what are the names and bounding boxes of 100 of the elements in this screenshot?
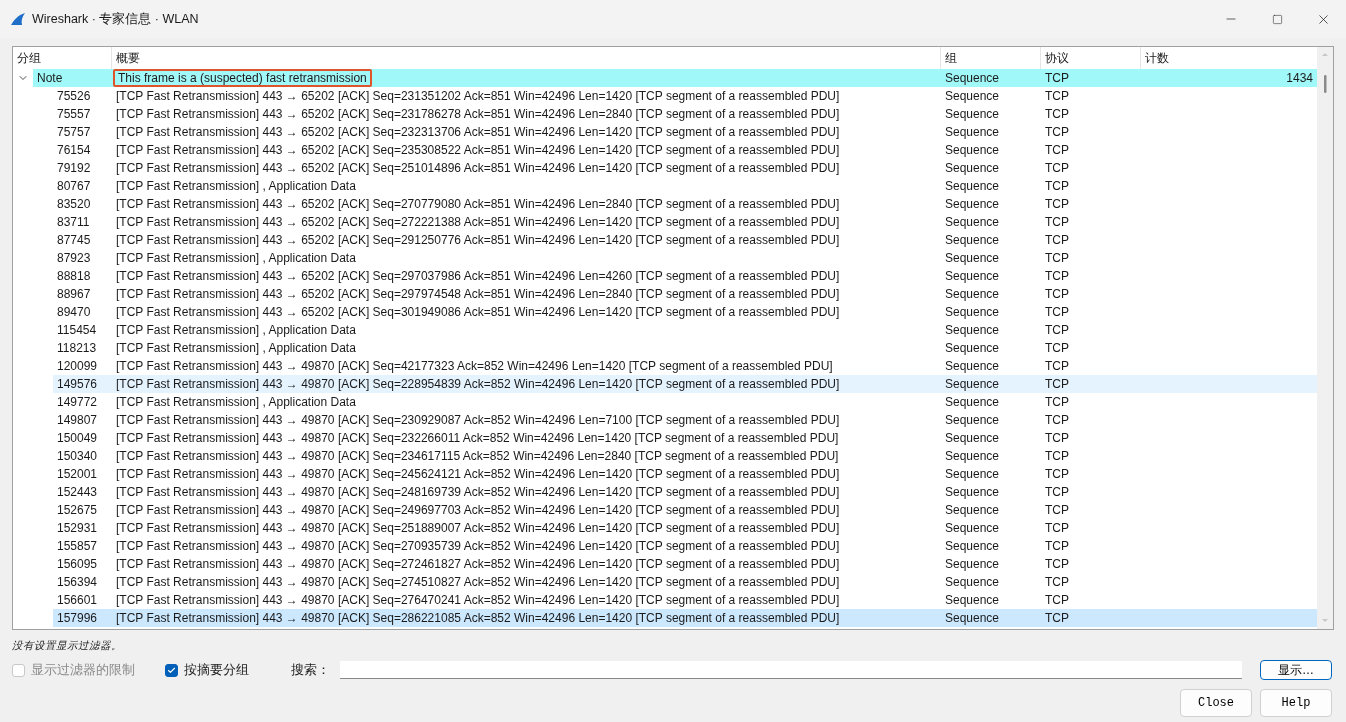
table-cell-text: 155857 bbox=[56, 539, 99, 553]
table-cell-text: TCP bbox=[1044, 305, 1070, 319]
table-cell-text: 120099 bbox=[56, 359, 99, 373]
table-cell: This frame is a (suspected) fast retransmission bbox=[113, 69, 372, 87]
table-cell-text: [TCP Fast Retransmission] 443 → 65202 [ACK] Seq=251014896 Ack=851 Win=42496 Len=1420 [TCP segment of a reassembled PDU] bbox=[115, 161, 841, 175]
table-cell-text: Sequence bbox=[944, 251, 1001, 265]
table-cell-text: [TCP Fast Retransmission] 443 → 49870 [ACK] Seq=274510827 Ack=852 Win=42496 Len=1420 [TCP segment of a reassembled PDU] bbox=[115, 575, 841, 589]
table-cell-text: [TCP Fast Retransmission] 443 → 65202 [ACK] Seq=231351202 Ack=851 Win=42496 Len=1420 [TCP segment of a reassembled PDU] bbox=[115, 89, 841, 103]
table-cell-text: Sequence bbox=[944, 557, 1001, 571]
table-cell-text: Sequence bbox=[944, 71, 1001, 85]
table-cell-text: [TCP Fast Retransmission] 443 → 65202 [ACK] Seq=232313706 Ack=851 Win=42496 Len=1420 [TCP segment of a reassembled PDU] bbox=[115, 125, 841, 139]
table-cell-text: TCP bbox=[1044, 161, 1070, 175]
table-cell-text: [TCP Fast Retransmission] 443 → 49870 [ACK] Seq=230929087 Ack=852 Win=42496 Len=7100 [TCP segment of a reassembled PDU] bbox=[115, 413, 841, 427]
table-cell-text: TCP bbox=[1044, 197, 1070, 211]
table-cell-text: 156601 bbox=[56, 593, 99, 607]
table-cell-text: [TCP Fast Retransmission] 443 → 65202 [ACK] Seq=291250776 Ack=851 Win=42496 Len=1420 [TCP segment of a reassembled PDU] bbox=[115, 233, 841, 247]
table-cell-text: Note bbox=[36, 71, 64, 85]
table-cell-text: TCP bbox=[1044, 89, 1070, 103]
table-cell-text: 157996 bbox=[56, 611, 99, 625]
table-cell-text: 152443 bbox=[56, 485, 99, 499]
table-cell-text: TCP bbox=[1044, 179, 1070, 193]
table-cell-text: Sequence bbox=[944, 89, 1001, 103]
table-cell-text: 150049 bbox=[56, 431, 99, 445]
table-cell-text: 152931 bbox=[56, 521, 99, 535]
table-cell-text: Sequence bbox=[944, 341, 1001, 355]
table-cell-text: TCP bbox=[1044, 539, 1070, 553]
table-cell-text: [TCP Fast Retransmission] 443 → 49870 [ACK] Seq=232266011 Ack=852 Win=42496 Len=1420 [TCP segment of a reassembled PDU] bbox=[115, 431, 840, 445]
table-cell-text: [TCP Fast Retransmission] 443 → 49870 [ACK] Seq=276470241 Ack=852 Win=42496 Len=1420 [TCP segment of a reassembled PDU] bbox=[115, 593, 841, 607]
table-cell-text: [TCP Fast Retransmission] , Application Data bbox=[115, 179, 357, 193]
table-cell-text: TCP bbox=[1044, 143, 1070, 157]
column-header[interactable]: 概要 bbox=[116, 50, 140, 67]
table-cell-text: [TCP Fast Retransmission] 443 → 49870 [ACK] Seq=286221085 Ack=852 Win=42496 Len=1420 [TCP segment of a reassembled PDU] bbox=[115, 611, 841, 625]
table-cell-text: Sequence bbox=[944, 377, 1001, 391]
dialog-button[interactable]: Close bbox=[1180, 689, 1252, 717]
table-cell-text: TCP bbox=[1044, 215, 1070, 229]
column-header[interactable]: 协议 bbox=[1045, 50, 1069, 67]
table-cell-text: TCP bbox=[1044, 575, 1070, 589]
column-header[interactable]: 组 bbox=[945, 50, 957, 67]
table-row[interactable]: Note This frame is a (suspected) fast retransmission Sequence TCP 1434 bbox=[33, 69, 1317, 87]
table-cell-text: 89470 bbox=[56, 305, 92, 319]
table-cell-text: Sequence bbox=[944, 431, 1001, 445]
table-cell-text: TCP bbox=[1044, 71, 1070, 85]
table-cell-text: Sequence bbox=[944, 503, 1001, 517]
table-cell-text: 79192 bbox=[56, 161, 92, 175]
table-cell-text: [TCP Fast Retransmission] 443 → 65202 [ACK] Seq=297974548 Ack=851 Win=42496 Len=2840 [TCP segment of a reassembled PDU] bbox=[115, 287, 841, 301]
table-cell-text: Sequence bbox=[944, 575, 1001, 589]
checkbox-label: 按摘要分组 bbox=[184, 661, 249, 679]
table-cell-text: [TCP Fast Retransmission] , Application Data bbox=[115, 395, 357, 409]
table-cell-text: Sequence bbox=[944, 593, 1001, 607]
table-cell-text: 1434 bbox=[1285, 71, 1314, 85]
table-cell-text: 75757 bbox=[56, 125, 92, 139]
table-cell-text: TCP bbox=[1044, 269, 1070, 283]
table-cell-text: Sequence bbox=[944, 305, 1001, 319]
table-cell-text: [TCP Fast Retransmission] , Application Data bbox=[115, 251, 357, 265]
checkbox-label: 显示过滤器的限制 bbox=[31, 661, 135, 679]
dialog-button[interactable]: Help bbox=[1260, 689, 1332, 717]
table-cell-text: TCP bbox=[1044, 395, 1070, 409]
table-cell-text: TCP bbox=[1044, 341, 1070, 355]
table-cell-text: Sequence bbox=[944, 467, 1001, 481]
table-cell-text: TCP bbox=[1044, 323, 1070, 337]
table-cell-text: Sequence bbox=[944, 215, 1001, 229]
table-cell-text: TCP bbox=[1044, 503, 1070, 517]
table-cell-text: Sequence bbox=[944, 197, 1001, 211]
table-cell-text: Sequence bbox=[944, 107, 1001, 121]
table-cell-text: TCP bbox=[1044, 377, 1070, 391]
table-cell-text: [TCP Fast Retransmission] 443 → 49870 [ACK] Seq=245624121 Ack=852 Win=42496 Len=1420 [TCP segment of a reassembled PDU] bbox=[115, 467, 841, 481]
table-cell-text: Sequence bbox=[944, 449, 1001, 463]
checkbox[interactable] bbox=[165, 663, 178, 677]
table-cell-text: Sequence bbox=[944, 233, 1001, 247]
table-cell-text: TCP bbox=[1044, 557, 1070, 571]
table-row[interactable]: 157996 [TCP Fast Retransmission] 443 → 49870 [ACK] Seq=286221085 Ack=852 Win=42496 Len=1420 [TCP segment of a reassembled PDU] Sequence TCP bbox=[53, 609, 1317, 627]
table-row[interactable]: 149576 [TCP Fast Retransmission] 443 → 49870 [ACK] Seq=228954839 Ack=852 Win=42496 Len=1420 [TCP segment of a reassembled PDU] Sequence TCP bbox=[53, 375, 1317, 393]
table-cell-text: 87923 bbox=[56, 251, 92, 265]
table-cell-text: TCP bbox=[1044, 413, 1070, 427]
check-icon bbox=[167, 665, 176, 675]
table-cell-text: TCP bbox=[1044, 467, 1070, 481]
table-cell-text: [TCP Fast Retransmission] 443 → 49870 [ACK] Seq=272461827 Ack=852 Win=42496 Len=1420 [TCP segment of a reassembled PDU] bbox=[115, 557, 841, 571]
table-cell-text: [TCP Fast Retransmission] , Application Data bbox=[115, 341, 357, 355]
show-button[interactable]: 显示… bbox=[1260, 660, 1332, 680]
search-field[interactable] bbox=[340, 661, 1242, 679]
column-header[interactable]: 分组 bbox=[17, 50, 41, 67]
column-header[interactable]: 计数 bbox=[1145, 50, 1169, 67]
shark-fin-icon bbox=[10, 12, 26, 26]
table-cell-text: [TCP Fast Retransmission] 443 → 49870 [ACK] Seq=42177323 Ack=852 Win=42496 Len=1420 [TCP segment of a reassembled PDU] bbox=[115, 359, 834, 373]
table-cell-text: [TCP Fast Retransmission] , Application Data bbox=[115, 323, 357, 337]
window-title: Wireshark · 专家信息 · WLAN bbox=[32, 10, 200, 28]
maximize-icon bbox=[1271, 13, 1283, 25]
table-cell-text: 152675 bbox=[56, 503, 99, 517]
status-text: 没有设置显示过滤器。 bbox=[12, 639, 123, 653]
table-cell-text: TCP bbox=[1044, 449, 1070, 463]
table-cell-text: 156394 bbox=[56, 575, 99, 589]
table-cell-text: Sequence bbox=[944, 395, 1001, 409]
table-cell-text: TCP bbox=[1044, 125, 1070, 139]
table-cell-text: Sequence bbox=[944, 611, 1001, 625]
table-cell-text: Sequence bbox=[944, 161, 1001, 175]
table-cell-text: TCP bbox=[1044, 251, 1070, 265]
table-cell-text: 118213 bbox=[56, 341, 98, 355]
table-cell-text: 149772 bbox=[56, 395, 99, 409]
table-cell-text: 87745 bbox=[56, 233, 92, 247]
table-cell-text: [TCP Fast Retransmission] 443 → 49870 [ACK] Seq=234617115 Ack=852 Win=42496 Len=2840 [TCP segment of a reassembled PDU] bbox=[115, 449, 840, 463]
